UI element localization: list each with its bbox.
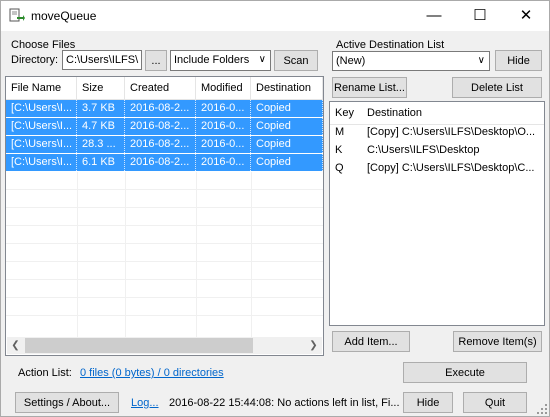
destination-list-label: Active Destination List	[336, 39, 445, 51]
grid-line	[6, 297, 323, 298]
column-divider	[251, 172, 252, 337]
column-divider	[77, 172, 78, 337]
log-link[interactable]: Log...	[131, 397, 159, 409]
delete-list-button[interactable]: Delete List	[452, 77, 542, 98]
cell-destination: Copied	[251, 118, 323, 135]
table-row[interactable]: [C:\Users\I... 28.3 ... 2016-08-2... 201…	[6, 136, 323, 153]
cell-created: 2016-08-2...	[125, 136, 196, 153]
maximize-button[interactable]: ☐	[457, 1, 503, 31]
table-row[interactable]: [C:\Users\I... 4.7 KB 2016-08-2... 2016-…	[6, 118, 323, 135]
cell-destination: Copied	[251, 154, 323, 171]
resize-grip-icon[interactable]	[537, 404, 547, 414]
item-destination: [Copy] C:\Users\ILFS\Desktop\C...	[367, 162, 535, 174]
table-row[interactable]: [C:\Users\I... 3.7 KB 2016-08-2... 2016-…	[6, 100, 323, 117]
browse-button[interactable]: ...	[145, 50, 167, 71]
col-modified[interactable]: Modified	[196, 77, 251, 99]
list-item[interactable]: K C:\Users\ILFS\Desktop	[330, 142, 544, 159]
column-divider	[125, 172, 126, 337]
col-destination[interactable]: Destination	[251, 77, 323, 99]
column-divider	[196, 172, 197, 337]
item-destination: C:\Users\ILFS\Desktop	[367, 144, 480, 156]
list-item[interactable]: Q [Copy] C:\Users\ILFS\Desktop\C...	[330, 160, 544, 177]
item-key: Q	[335, 162, 344, 174]
cell-size: 6.1 KB	[77, 154, 125, 171]
cell-created: 2016-08-2...	[125, 154, 196, 171]
add-item-button[interactable]: Add Item...	[332, 331, 410, 352]
action-list-summary-link[interactable]: 0 files (0 bytes) / 0 directories	[80, 367, 224, 379]
minimize-icon: —	[426, 7, 442, 24]
cell-size: 4.7 KB	[77, 118, 125, 135]
hide-button[interactable]: Hide	[403, 392, 453, 413]
chevron-down-icon: ∨	[477, 55, 485, 66]
remove-items-button[interactable]: Remove Item(s)	[453, 331, 542, 352]
item-destination: [Copy] C:\Users\ILFS\Desktop\O...	[367, 126, 536, 138]
cell-file-name: [C:\Users\I...	[6, 100, 77, 117]
minimize-button[interactable]: —	[411, 1, 457, 31]
table-row[interactable]: [C:\Users\I... 6.1 KB 2016-08-2... 2016-…	[6, 154, 323, 171]
title-bar[interactable]: moveQueue — ☐ ✕	[1, 1, 549, 31]
cell-size: 28.3 ...	[77, 136, 125, 153]
cell-created: 2016-08-2...	[125, 100, 196, 117]
include-folders-value: Include Folders	[174, 54, 250, 66]
maximize-icon: ☐	[473, 7, 487, 24]
item-key: K	[335, 144, 343, 156]
col-created[interactable]: Created	[125, 77, 196, 99]
app-icon	[9, 8, 25, 22]
cell-file-name: [C:\Users\I...	[6, 154, 77, 171]
destination-table[interactable]: Key Destination M [Copy] C:\Users\ILFS\D…	[329, 101, 545, 326]
grid-line	[6, 225, 323, 226]
col-file-name[interactable]: File Name	[6, 77, 77, 99]
hide-destination-button[interactable]: Hide	[495, 50, 542, 71]
status-text: 2016-08-22 15:44:08: No actions left in …	[169, 397, 400, 409]
close-icon: ✕	[519, 7, 533, 24]
scrollbar-thumb[interactable]	[25, 338, 253, 353]
cell-modified: 2016-0...	[196, 100, 251, 117]
col-destination-path[interactable]: Destination	[362, 102, 542, 124]
grid-line	[6, 315, 323, 316]
directory-input[interactable]: C:\Users\ILFS\	[62, 50, 142, 70]
cell-file-name: [C:\Users\I...	[6, 136, 77, 153]
grid-line	[6, 243, 323, 244]
window-title: moveQueue	[31, 9, 97, 23]
horizontal-scrollbar[interactable]: ❮ ❯	[7, 337, 322, 354]
item-key: M	[335, 126, 345, 138]
grid-line	[6, 189, 323, 190]
scroll-right-icon[interactable]: ❯	[305, 337, 322, 354]
cell-destination: Copied	[251, 100, 323, 117]
directory-label: Directory:	[11, 54, 59, 66]
grid-line	[6, 261, 323, 262]
scroll-left-icon[interactable]: ❮	[7, 337, 24, 354]
cell-created: 2016-08-2...	[125, 118, 196, 135]
col-key[interactable]: Key	[330, 102, 362, 124]
list-item[interactable]: M [Copy] C:\Users\ILFS\Desktop\O...	[330, 124, 544, 141]
cell-modified: 2016-0...	[196, 118, 251, 135]
cell-modified: 2016-0...	[196, 154, 251, 171]
destination-table-header: Key Destination	[330, 102, 544, 125]
app-window: moveQueue — ☐ ✕ Choose Files Directory: …	[0, 0, 550, 417]
destination-list-value: (New)	[336, 55, 366, 67]
grid-line	[6, 279, 323, 280]
file-table[interactable]: File Name Size Created Modified Destinat…	[5, 76, 324, 356]
cell-file-name: [C:\Users\I...	[6, 118, 77, 135]
scan-button[interactable]: Scan	[274, 50, 318, 71]
quit-button[interactable]: Quit	[463, 392, 527, 413]
grid-line	[6, 207, 323, 208]
cell-modified: 2016-0...	[196, 136, 251, 153]
settings-about-button[interactable]: Settings / About...	[15, 392, 119, 413]
action-list-label: Action List:	[18, 367, 72, 379]
cell-destination: Copied	[251, 136, 323, 153]
close-button[interactable]: ✕	[503, 1, 549, 31]
cell-size: 3.7 KB	[77, 100, 125, 117]
include-folders-select[interactable]: Include Folders ∨	[170, 50, 271, 71]
file-table-header: File Name Size Created Modified Destinat…	[6, 77, 323, 100]
chevron-down-icon: ∨	[258, 54, 266, 65]
destination-list-select[interactable]: (New) ∨	[332, 51, 490, 71]
col-size[interactable]: Size	[77, 77, 125, 99]
rename-list-button[interactable]: Rename List...	[332, 77, 407, 98]
execute-button[interactable]: Execute	[403, 362, 527, 383]
